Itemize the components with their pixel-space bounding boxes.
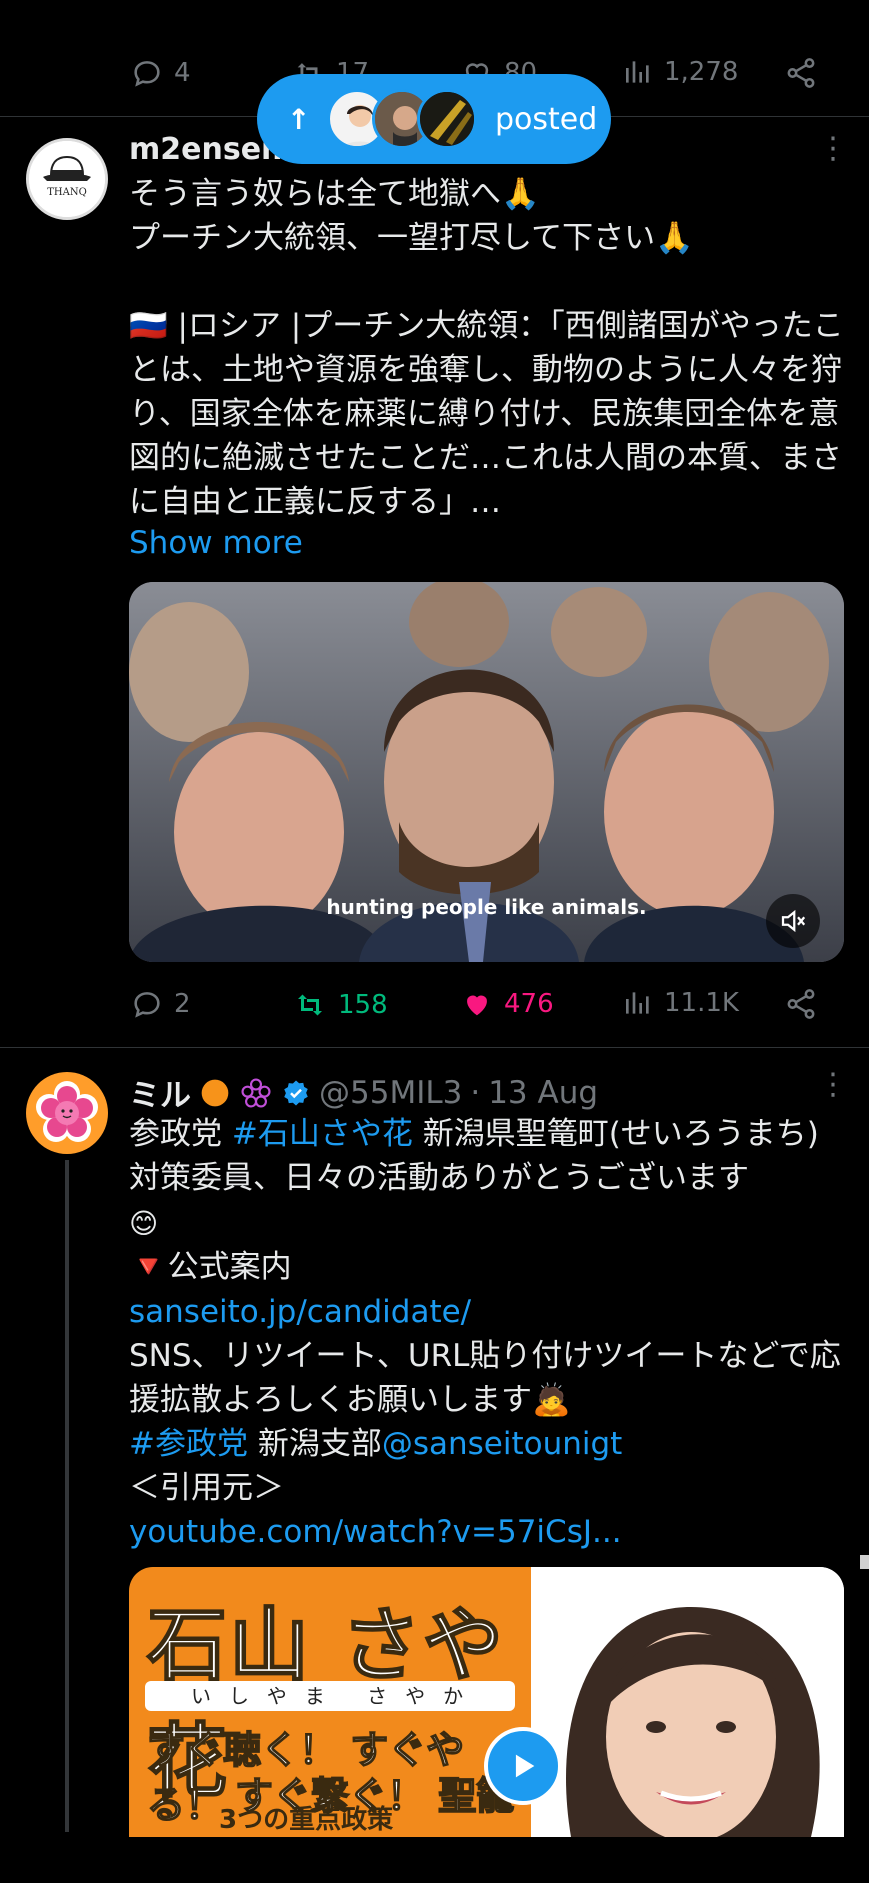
verified-badge-icon [281, 1078, 311, 1108]
text-segment: 参政党 [129, 1116, 232, 1152]
share-button[interactable] [784, 56, 818, 90]
candidate-link[interactable]: sanseito.jp/candidate/ [129, 1290, 849, 1334]
share-icon [784, 987, 818, 1021]
tweet-date[interactable]: 13 Aug [488, 1075, 598, 1111]
like-count: 476 [504, 989, 554, 1019]
show-more-link[interactable]: Show more [129, 525, 303, 561]
youtube-link[interactable]: youtube.com/watch?v=57iCsJ... [129, 1510, 849, 1554]
views-button[interactable]: 11.1K [622, 987, 739, 1019]
thread-line [65, 1160, 69, 1832]
banner-orange: 石山 さや花 いしやま さやか すぐ聴く！ すぐやる！ すぐ繋ぐ！ 聖籠 3つの… [129, 1567, 531, 1837]
repost-icon [292, 987, 328, 1023]
link-card-thumbnail[interactable]: 石山 さや花 いしやま さやか すぐ聴く！ すぐやる！ すぐ繋ぐ！ 聖籠 3つの… [129, 1567, 844, 1837]
video-caption: hunting people like animals. [326, 895, 647, 919]
pill-label: posted [495, 101, 598, 137]
arrow-up-icon: ↑ [287, 102, 311, 136]
repost-button[interactable]: 158 [292, 987, 388, 1023]
share-button[interactable] [784, 987, 818, 1021]
candidate-photo [531, 1567, 844, 1837]
video-player[interactable]: hunting people like animals. [129, 582, 844, 962]
reply-button[interactable]: 2 [130, 987, 191, 1021]
pill-avatars [327, 89, 477, 149]
tweet-action-bar: 2 158 476 11.1K [0, 975, 869, 1035]
new-posts-pill[interactable]: ↑ posted [257, 74, 611, 164]
author-name[interactable]: ミル [129, 1070, 191, 1115]
hashtag-link[interactable]: #石山さや花 [232, 1116, 413, 1152]
play-button[interactable] [484, 1727, 562, 1805]
quote-label: ＜引用元＞ [129, 1470, 284, 1506]
banner-ruby: いしやま さやか [145, 1681, 515, 1711]
more-options-icon[interactable]: ⋮ [818, 1070, 848, 1100]
like-button[interactable]: 476 [460, 987, 554, 1021]
bar-chart-icon [622, 987, 654, 1019]
author-avatar[interactable] [26, 1072, 108, 1154]
flower-icon [239, 1076, 273, 1110]
smile-emoji: 😊 [129, 1207, 159, 1240]
reply-icon [130, 56, 164, 90]
views-button[interactable]: 1,278 [622, 56, 738, 88]
tweet-text-2: SNS、リツイート、URL貼り付けツイートなどで応援拡散よろしくお願いします🙇 [129, 1338, 841, 1418]
play-icon [506, 1749, 540, 1783]
tweet-header: ミル @55MIL3 · 13 Aug [129, 1070, 598, 1115]
tweet-text: 参政党 #石山さや花 新潟県聖篭町(せいろうまち)対策委員、日々の活動ありがとう… [129, 1112, 849, 1200]
author-name[interactable]: m2ensen [129, 132, 282, 167]
reply-count: 4 [174, 58, 191, 88]
reply-count: 2 [174, 989, 191, 1019]
divider [0, 1047, 869, 1048]
reply-icon [130, 987, 164, 1021]
text-segment: 新潟支部 [247, 1426, 382, 1462]
author-avatar[interactable]: THANQ [26, 138, 108, 220]
separator-dot: · [470, 1074, 481, 1111]
author-handle[interactable]: @55MIL3 [319, 1075, 462, 1111]
banner-policy-label: 3つの重点政策 [219, 1805, 394, 1835]
repost-count: 158 [338, 990, 388, 1020]
hashtag-line: #参政党 新潟支部@sanseitounigt [129, 1422, 849, 1466]
official-label: 🔻公式案内 [129, 1249, 292, 1285]
orange-circle-icon [199, 1077, 231, 1109]
avatar [417, 89, 477, 149]
reply-button[interactable]: 4 [130, 56, 191, 90]
scrollbar-thumb[interactable] [860, 1555, 869, 1569]
speaker-muted-icon [778, 906, 808, 936]
views-count: 11.1K [664, 988, 739, 1018]
svg-text:THANQ: THANQ [47, 187, 87, 198]
views-count: 1,278 [664, 57, 739, 87]
unmute-button[interactable] [766, 894, 820, 948]
more-options-icon[interactable]: ⋮ [818, 134, 848, 164]
share-icon [784, 56, 818, 90]
heart-filled-icon [460, 987, 494, 1021]
bar-chart-icon [622, 56, 654, 88]
tweet-text: そう言う奴らは全て地獄へ🙏 プーチン大統領、一望打尽して下さい🙏 🇷🇺 |ロシア… [129, 176, 844, 520]
mention-link[interactable]: @sanseitounigt [382, 1426, 623, 1462]
hashtag-link[interactable]: #参政党 [129, 1426, 248, 1462]
